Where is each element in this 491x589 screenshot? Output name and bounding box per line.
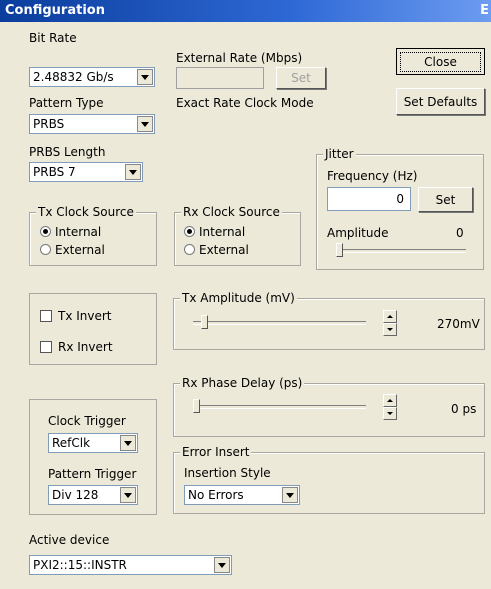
pattern-trigger-value: Div 128 [52, 488, 99, 502]
slider-track [193, 405, 366, 409]
radio-circle [184, 244, 195, 255]
chevron-down-icon[interactable] [137, 69, 153, 85]
error-insert-title: Error Insert [180, 445, 252, 459]
insertion-style-select[interactable]: No Errors [184, 485, 300, 505]
spinner-up-icon[interactable] [383, 394, 397, 407]
external-rate-set-label: Set [291, 71, 311, 85]
bit-rate-select[interactable]: 2.48832 Gb/s [29, 67, 155, 87]
chevron-down-icon[interactable] [214, 557, 230, 573]
radio-circle [40, 244, 51, 255]
checkbox-box [40, 310, 52, 322]
insertion-style-label: Insertion Style [184, 466, 271, 480]
prbs-length-value: PRBS 7 [33, 165, 76, 179]
rx-phase-delay-title: Rx Phase Delay (ps) [180, 376, 305, 390]
rx-phase-delay-slider[interactable] [193, 399, 366, 415]
rx-clock-internal-radio[interactable]: Internal [184, 225, 245, 239]
clock-trigger-label: Clock Trigger [48, 414, 126, 428]
active-device-select[interactable]: PXI2::15::INSTR [29, 555, 232, 575]
chevron-down-icon[interactable] [120, 435, 136, 451]
slider-track [336, 249, 466, 253]
title-bar[interactable]: Configuration E [0, 0, 491, 22]
rx-phase-delay-spinner[interactable] [383, 394, 397, 420]
invert-panel [29, 293, 157, 365]
checkbox-box [40, 341, 52, 353]
clock-trigger-value: RefClk [52, 436, 91, 450]
pattern-trigger-select[interactable]: Div 128 [48, 485, 138, 505]
prbs-length-label: PRBS Length [29, 145, 106, 159]
radio-circle [40, 226, 51, 237]
spinner-up-icon[interactable] [383, 310, 397, 323]
spinner-down-icon[interactable] [383, 323, 397, 336]
jitter-amplitude-label: Amplitude [327, 226, 389, 240]
bit-rate-label: Bit Rate [29, 31, 77, 45]
bit-rate-value: 2.48832 Gb/s [33, 70, 114, 84]
jitter-title: Jitter [323, 147, 356, 161]
insertion-style-value: No Errors [188, 488, 244, 502]
tx-clock-internal-radio[interactable]: Internal [40, 225, 101, 239]
rx-clock-internal-label: Internal [199, 225, 246, 239]
jitter-set-button[interactable]: Set [418, 187, 473, 212]
rx-phase-delay-value: 0 ps [451, 402, 477, 416]
window-title: Configuration [5, 3, 105, 18]
tx-clock-internal-label: Internal [55, 225, 102, 239]
tx-amplitude-value: 270mV [437, 317, 480, 331]
slider-thumb[interactable] [336, 243, 343, 257]
jitter-set-label: Set [435, 192, 456, 207]
pattern-trigger-label: Pattern Trigger [48, 467, 137, 481]
pattern-type-label: Pattern Type [29, 96, 104, 110]
slider-thumb[interactable] [193, 399, 200, 413]
external-rate-set-button[interactable]: Set [276, 67, 326, 89]
title-edge-char: E [480, 3, 489, 18]
external-rate-input[interactable] [176, 67, 264, 89]
tx-clock-external-radio[interactable]: External [40, 243, 105, 257]
active-device-label: Active device [29, 533, 110, 547]
chevron-down-icon[interactable] [125, 164, 141, 180]
prbs-length-select[interactable]: PRBS 7 [29, 162, 143, 182]
close-button-label: Close [400, 51, 481, 72]
tx-clock-source-group: Tx Clock Source [29, 205, 157, 266]
tx-amplitude-slider[interactable] [193, 315, 366, 331]
chevron-down-icon[interactable] [137, 116, 153, 132]
tx-clock-source-title: Tx Clock Source [36, 205, 136, 219]
rx-invert-checkbox[interactable]: Rx Invert [40, 340, 113, 354]
jitter-amplitude-slider[interactable] [336, 243, 466, 259]
slider-track [193, 321, 366, 325]
tx-invert-label: Tx Invert [58, 309, 112, 323]
spinner-down-icon[interactable] [383, 407, 397, 420]
tx-amplitude-title: Tx Amplitude (mV) [180, 291, 297, 305]
set-defaults-label: Set Defaults [403, 94, 478, 109]
chevron-down-icon[interactable] [120, 487, 136, 503]
slider-thumb[interactable] [201, 315, 208, 329]
chevron-down-icon[interactable] [282, 487, 298, 503]
pattern-type-value: PRBS [33, 117, 65, 131]
radio-circle [184, 226, 195, 237]
jitter-frequency-input[interactable]: 0 [327, 187, 411, 211]
rx-clock-external-label: External [199, 243, 249, 257]
rx-clock-source-title: Rx Clock Source [181, 205, 282, 219]
pattern-type-select[interactable]: PRBS [29, 114, 155, 134]
rx-clock-external-radio[interactable]: External [184, 243, 249, 257]
rx-invert-label: Rx Invert [58, 340, 113, 354]
jitter-amplitude-value: 0 [456, 226, 464, 240]
close-button[interactable]: Close [396, 48, 485, 75]
jitter-frequency-label: Frequency (Hz) [327, 169, 418, 183]
rx-clock-source-group: Rx Clock Source [174, 205, 301, 266]
active-device-value: PXI2::15::INSTR [33, 558, 127, 572]
clock-trigger-select[interactable]: RefClk [48, 433, 138, 453]
tx-clock-external-label: External [55, 243, 105, 257]
exact-rate-mode-text: Exact Rate Clock Mode [176, 96, 314, 110]
set-defaults-button[interactable]: Set Defaults [396, 88, 485, 115]
external-rate-label: External Rate (Mbps) [176, 51, 303, 65]
tx-amplitude-spinner[interactable] [383, 310, 397, 336]
tx-invert-checkbox[interactable]: Tx Invert [40, 309, 112, 323]
